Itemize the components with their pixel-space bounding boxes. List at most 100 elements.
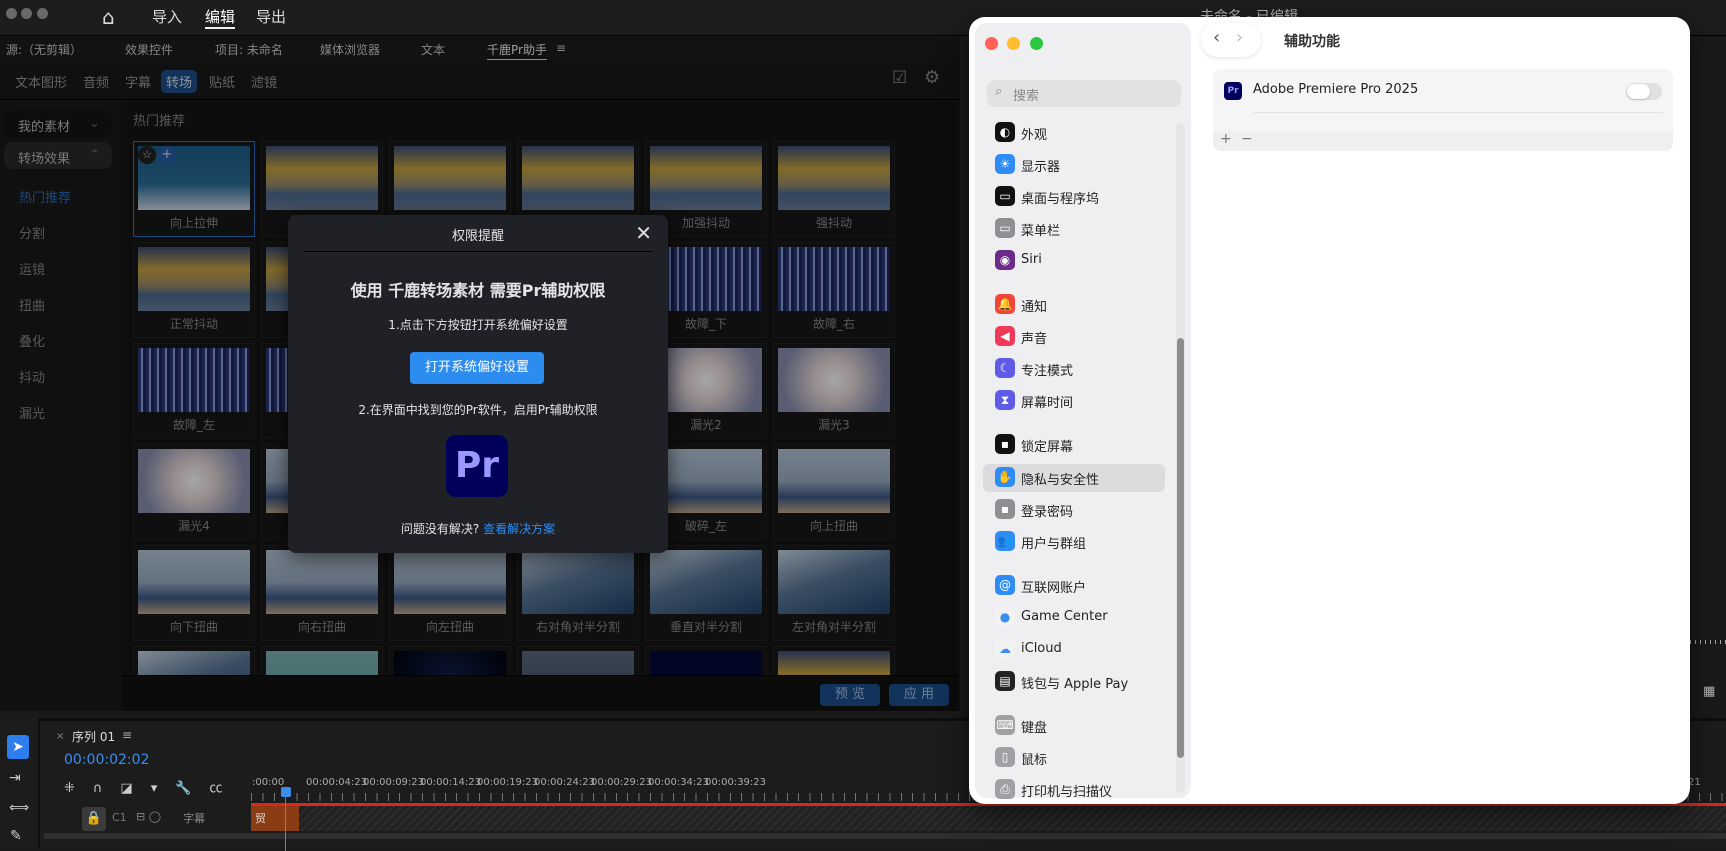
help-link[interactable]: 查看解决方案 xyxy=(483,522,555,536)
settings-item-label: 隐私与安全性 xyxy=(1021,473,1100,488)
settings-item-icon: ◉ xyxy=(995,250,1015,270)
divider xyxy=(1253,112,1663,113)
open-system-preferences-button[interactable]: 打开系统偏好设置 xyxy=(410,352,544,384)
settings-item-label: 外观 xyxy=(1021,128,1048,143)
settings-item-icon: ◐ xyxy=(995,122,1015,142)
settings-item[interactable]: ▯ 鼠标 xyxy=(989,744,1165,772)
premiere-app-icon: Pr xyxy=(1224,82,1242,100)
settings-item[interactable]: ▭ 桌面与程序坞 xyxy=(989,183,1165,211)
lock-icon[interactable]: 🔒 xyxy=(82,807,106,831)
nav-export[interactable]: 导出 xyxy=(256,6,286,27)
settings-item-icon: ☀ xyxy=(995,154,1015,174)
settings-item-icon: ▯ xyxy=(995,747,1015,767)
settings-item-icon: ● xyxy=(995,607,1015,627)
settings-item-label: 通知 xyxy=(1021,300,1048,315)
settings-item[interactable]: ▪ 锁定屏幕 xyxy=(989,431,1165,459)
settings-item-label: 互联网账户 xyxy=(1021,581,1087,596)
settings-item[interactable]: ▭ 菜单栏 xyxy=(989,215,1165,243)
ruler-label: 00:00:39:23 xyxy=(705,777,767,788)
film-strip-icon[interactable]: ▦ xyxy=(1703,684,1715,699)
settings-item[interactable]: ⌨ 键盘 xyxy=(989,712,1165,740)
close-button[interactable] xyxy=(985,37,998,50)
settings-item-icon: ▭ xyxy=(995,218,1015,238)
settings-item[interactable]: ⎙ 打印机与扫描仪 xyxy=(989,776,1165,804)
track-select-tool-icon[interactable]: ⇥ xyxy=(9,770,21,786)
ruler-label: 00:00:14:23 xyxy=(420,777,482,788)
window-close-button[interactable] xyxy=(6,8,17,19)
razor-tool-icon[interactable]: ✎ xyxy=(10,828,22,844)
minimize-button[interactable] xyxy=(1007,37,1020,50)
forward-button[interactable]: › xyxy=(1236,27,1243,48)
settings-item[interactable]: ☀ 显示器 xyxy=(989,151,1165,179)
settings-item-label: 桌面与程序坞 xyxy=(1021,192,1100,207)
settings-item[interactable]: ▤ 钱包与 Apple Pay xyxy=(989,668,1165,696)
settings-item-icon: ◀ xyxy=(995,326,1015,346)
settings-item[interactable]: ◐ 外观 xyxy=(989,119,1165,147)
search-input[interactable]: ⌕ 搜索 xyxy=(987,80,1181,107)
settings-item-label: 声音 xyxy=(1021,332,1048,347)
settings-item[interactable]: ◉ Siri xyxy=(989,247,1165,275)
settings-item-icon: ☁ xyxy=(995,639,1015,659)
settings-item[interactable]: ◀ 声音 xyxy=(989,323,1165,351)
zoom-button[interactable] xyxy=(1030,37,1043,50)
window-zoom-button[interactable] xyxy=(37,8,48,19)
nav-edit[interactable]: 编辑 xyxy=(205,6,236,29)
settings-item[interactable]: ▪ 登录密码 xyxy=(989,496,1165,524)
settings-item[interactable]: ⧗ 屏幕时间 xyxy=(989,387,1165,415)
settings-item-label: iCloud xyxy=(1021,641,1062,656)
dialog-help: 问题没有解决? 查看解决方案 xyxy=(288,520,668,537)
timeline-toolbar-icons[interactable]: ⁜∩◪▾🔧㏄ xyxy=(64,777,240,796)
settings-item-label: 专注模式 xyxy=(1021,364,1074,379)
settings-item-label: Game Center xyxy=(1021,609,1108,624)
ruler-label: 00:00:19:23 xyxy=(477,777,539,788)
subtitle-clip[interactable]: 贸 xyxy=(251,806,299,831)
settings-item[interactable]: 🔔 通知 xyxy=(989,291,1165,319)
ripple-edit-tool-icon[interactable]: ⟺ xyxy=(9,800,29,816)
accessibility-toggle[interactable] xyxy=(1626,83,1662,100)
settings-item[interactable]: ● Game Center xyxy=(989,604,1165,632)
app-list: Pr Adobe Premiere Pro 2025 + − xyxy=(1213,69,1673,151)
settings-item[interactable]: ☾ 专注模式 xyxy=(989,355,1165,383)
list-footer: + − xyxy=(1213,131,1673,151)
settings-item-icon: ⎙ xyxy=(995,779,1015,799)
settings-item-label: 显示器 xyxy=(1021,160,1061,175)
sequence-tab[interactable]: 序列 01 xyxy=(72,728,115,745)
home-icon[interactable]: ⌂ xyxy=(102,5,115,29)
remove-button[interactable]: − xyxy=(1241,131,1253,147)
timecode[interactable]: 00:00:02:02 xyxy=(64,752,149,768)
dialog-title: 权限提醒 xyxy=(451,229,504,244)
ruler-label: 00:00:34:23 xyxy=(648,777,710,788)
settings-item-icon: @ xyxy=(995,575,1015,595)
close-icon[interactable]: ✕ xyxy=(635,221,652,245)
track-label: 字幕 xyxy=(183,812,205,825)
settings-item-icon: ✋ xyxy=(995,467,1015,487)
window-minimize-button[interactable] xyxy=(21,8,32,19)
settings-item[interactable]: ☁ iCloud xyxy=(989,636,1165,664)
scale-ticks xyxy=(1690,640,1726,644)
permission-dialog: 权限提醒 ✕ 使用 千鹿转场素材 需要Pr辅助权限 1.点击下方按钮打开系统偏好… xyxy=(288,215,668,553)
track-toggle-icons[interactable]: ⊟ ◯ xyxy=(136,810,161,823)
app-name: Adobe Premiere Pro 2025 xyxy=(1253,82,1419,97)
sequence-menu-icon[interactable]: ≡ xyxy=(122,728,132,742)
help-text: 问题没有解决? xyxy=(400,522,480,536)
settings-item[interactable]: @ 互联网账户 xyxy=(989,572,1165,600)
system-settings-window: ⌕ 搜索 ◐ 外观 ☀ 显示器 ▭ 桌面与程序坞 ▭ 菜单栏 ◉ Siri 🔔 通知 ◀ 声音 ☾ 专注模式 ⧗ 屏… xyxy=(969,17,1690,804)
settings-item-icon: ☾ xyxy=(995,358,1015,378)
close-sequence-icon[interactable]: × xyxy=(56,731,64,742)
settings-item-icon: 👥 xyxy=(995,531,1015,551)
settings-item[interactable]: 👥 用户与群组 xyxy=(989,528,1165,556)
ruler-label: 00:00:04:23 xyxy=(306,777,368,788)
settings-item-label: 键盘 xyxy=(1021,721,1048,736)
nav-import[interactable]: 导入 xyxy=(152,6,182,27)
scrollbar-thumb[interactable] xyxy=(1177,338,1184,758)
back-button[interactable]: ‹ › xyxy=(1201,23,1261,57)
selection-tool-icon[interactable]: ➤ xyxy=(7,735,29,759)
playhead-line[interactable] xyxy=(285,795,286,851)
settings-item[interactable]: ✋ 隐私与安全性 xyxy=(983,464,1165,492)
scrollbar-track[interactable] xyxy=(1176,123,1185,793)
settings-item-label: 菜单栏 xyxy=(1021,224,1061,239)
track-lane xyxy=(251,806,1726,831)
settings-item-icon: ▪ xyxy=(995,499,1015,519)
settings-item-label: 屏幕时间 xyxy=(1021,396,1074,411)
add-button[interactable]: + xyxy=(1220,131,1232,147)
